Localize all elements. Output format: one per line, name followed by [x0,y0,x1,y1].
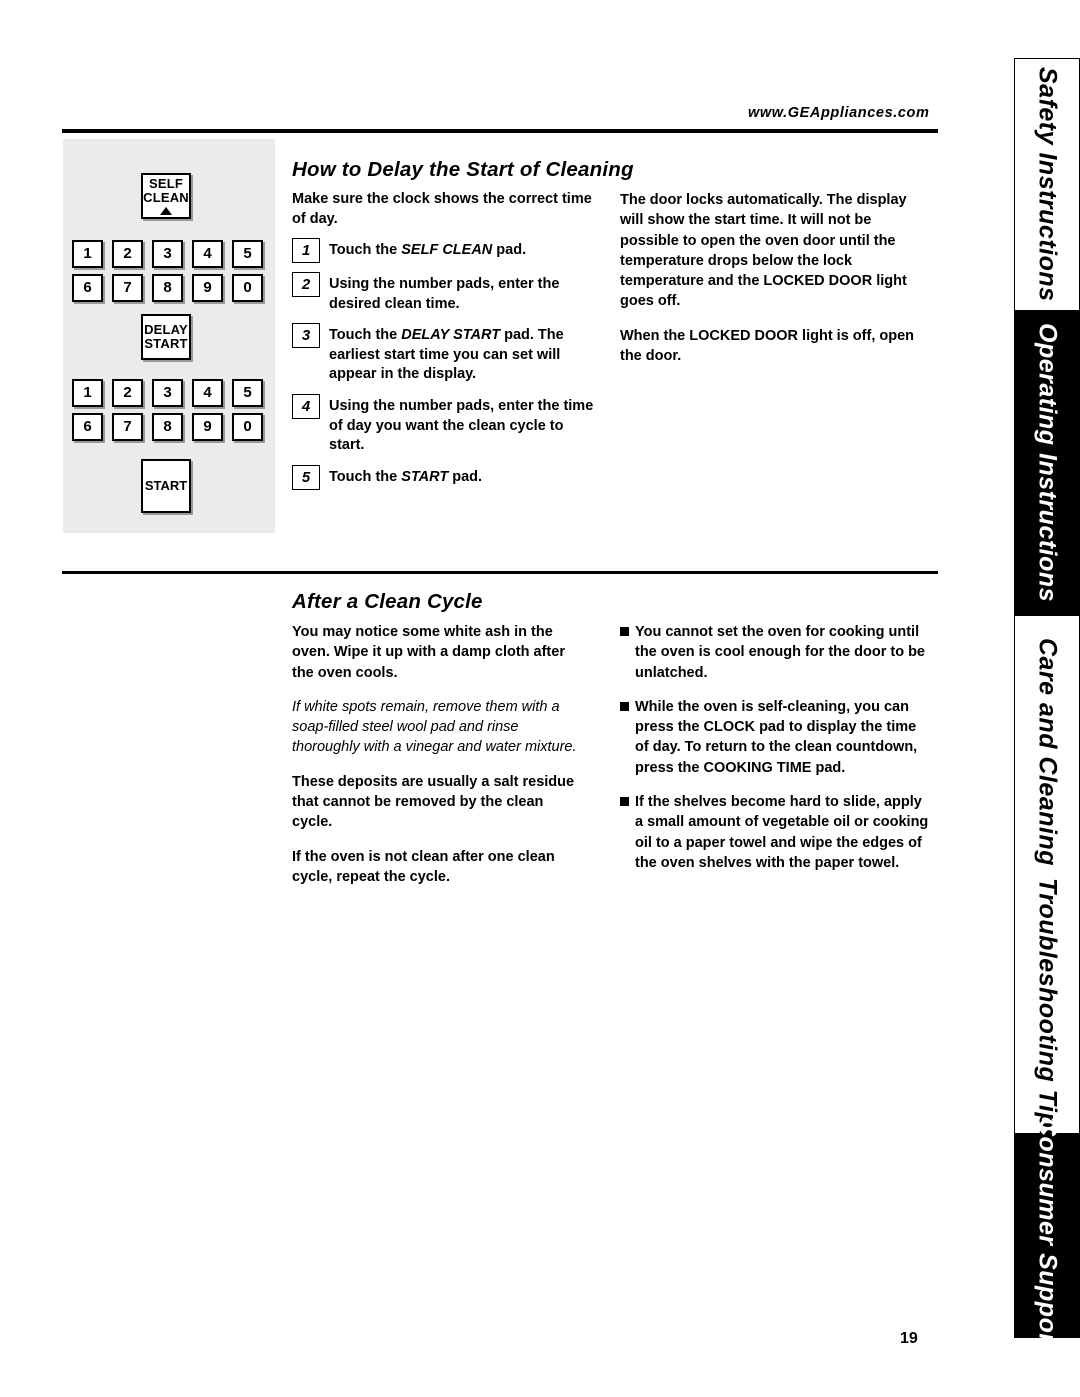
number-pad-6[interactable]: 6 [72,274,103,302]
emphasis-text: DELAY START [401,327,501,344]
step-item: 2 Using the number pads, enter the desir… [292,272,597,314]
square-bullet-icon [620,627,629,636]
side-tab-care-and-cleaning[interactable]: Care and Cleaning [1014,616,1080,888]
number-pad-0[interactable]: 0 [232,274,263,302]
note-paragraph: When the LOCKED DOOR light is off, open … [620,327,915,365]
number-pad-2[interactable]: 2 [112,240,143,268]
side-tab-operating-instructions[interactable]: Operating Instructions [1014,310,1080,616]
bullet-list-item: If the shelves become hard to slide, app… [620,792,930,873]
side-tab-label: Troubleshooting Tips [1033,878,1062,1143]
step-text: Touch the START pad. [329,468,483,485]
step-text: Using the number pads, enter the time of… [329,397,594,454]
self-clean-pad[interactable]: SELF CLEAN [141,173,191,219]
bullet-text: While the oven is self-cleaning, you can… [635,698,918,776]
step-item: 5 Touch the START pad. [292,464,597,490]
number-pad-5-second[interactable]: 5 [232,379,263,407]
after-clean-right-column: You cannot set the oven for cooking unti… [620,622,930,887]
bullet-text: You cannot set the oven for cooking unti… [635,624,925,681]
number-pad-7-second[interactable]: 7 [112,413,143,441]
triangle-icon [160,207,172,216]
section-heading-after-clean-cycle: After a Clean Cycle [292,590,483,613]
control-panel-illustration: SELF CLEAN 1 2 3 4 5 6 7 8 9 0 DELAY STA… [63,139,275,533]
number-pad-5[interactable]: 5 [232,240,263,268]
side-tab-label: Operating Instructions [1033,323,1062,603]
start-pad[interactable]: START [141,459,191,513]
header-divider [62,129,938,133]
number-pad-7[interactable]: 7 [112,274,143,302]
delay-start-label-line1: DELAY [144,322,188,338]
side-tab-column: Safety Instructions Operating Instructio… [1014,58,1080,1353]
bullet-list-item: While the oven is self-cleaning, you can… [620,697,930,778]
after-clean-left-column: You may notice some white ash in the ove… [292,622,584,901]
side-tab-label: Care and Cleaning [1033,638,1062,866]
step-text: Touch the DELAY START pad. The earliest … [329,327,564,383]
number-pad-3-second[interactable]: 3 [152,379,183,407]
section-heading-delay-start: How to Delay the Start of Cleaning [292,158,634,181]
self-clean-label-line1: SELF [148,175,184,191]
step-number: 1 [292,238,320,264]
number-pad-4-second[interactable]: 4 [192,379,223,407]
step-number: 3 [292,323,320,349]
square-bullet-icon [620,701,629,711]
body-paragraph-italic: If white spots remain, remove them with … [292,698,577,756]
body-paragraph: You may notice some white ash in the ove… [292,624,565,681]
delay-start-label-line2: START [144,336,188,351]
number-pad-4[interactable]: 4 [192,240,223,268]
step-item: 1 Touch the SELF CLEAN pad. [292,238,597,264]
number-pad-8[interactable]: 8 [152,274,183,302]
steps-intro: Make sure the clock shows the correct ti… [292,191,592,227]
section-divider [62,571,938,574]
step-number: 5 [292,464,320,490]
side-tab-consumer-support[interactable]: Consumer Support [1014,1117,1080,1353]
step-number: 2 [292,272,320,298]
number-pad-9-second[interactable]: 9 [192,413,223,441]
step-item: 3 Touch the DELAY START pad. The earlies… [292,323,597,385]
bullet-text: If the shelves become hard to slide, app… [635,794,929,871]
bullet-list-item: You cannot set the oven for cooking unti… [620,622,930,683]
emphasis-text: SELF CLEAN [401,242,493,259]
side-tab-label: Consumer Support [1033,1117,1062,1353]
side-tab-label: Safety Instructions [1033,67,1062,302]
number-pad-9[interactable]: 9 [192,274,223,302]
number-pad-0-second[interactable]: 0 [232,413,263,441]
number-pad-1[interactable]: 1 [72,240,103,268]
self-clean-label-line2: CLEAN [143,189,189,205]
note-paragraph: The door locks automatically. The displa… [620,192,907,310]
emphasis-text: START [401,468,449,485]
body-paragraph: These deposits are usually a salt residu… [292,773,575,831]
delay-start-steps: Make sure the clock shows the correct ti… [292,190,597,499]
number-pad-1-second[interactable]: 1 [72,379,103,407]
delay-start-pad[interactable]: DELAY START [141,314,191,360]
side-tab-troubleshooting-tips[interactable]: Troubleshooting Tips [1014,878,1080,1143]
step-text: Using the number pads, enter the desired… [329,276,560,312]
step-item: 4 Using the number pads, enter the time … [292,393,597,456]
side-tab-safety-instructions[interactable]: Safety Instructions [1014,58,1080,310]
step-text: Touch the SELF CLEAN pad. [329,242,527,259]
number-pad-2-second[interactable]: 2 [112,379,143,407]
website-url: www.GEAppliances.com [748,105,930,121]
step-number: 4 [292,393,320,419]
square-bullet-icon [620,797,629,807]
number-pad-6-second[interactable]: 6 [72,413,103,441]
number-pad-3[interactable]: 3 [152,240,183,268]
delay-start-notes: The door locks automatically. The displa… [620,190,930,380]
number-pad-8-second[interactable]: 8 [152,413,183,441]
body-paragraph: If the oven is not clean after one clean… [292,848,555,885]
page-number: 19 [900,1330,918,1347]
